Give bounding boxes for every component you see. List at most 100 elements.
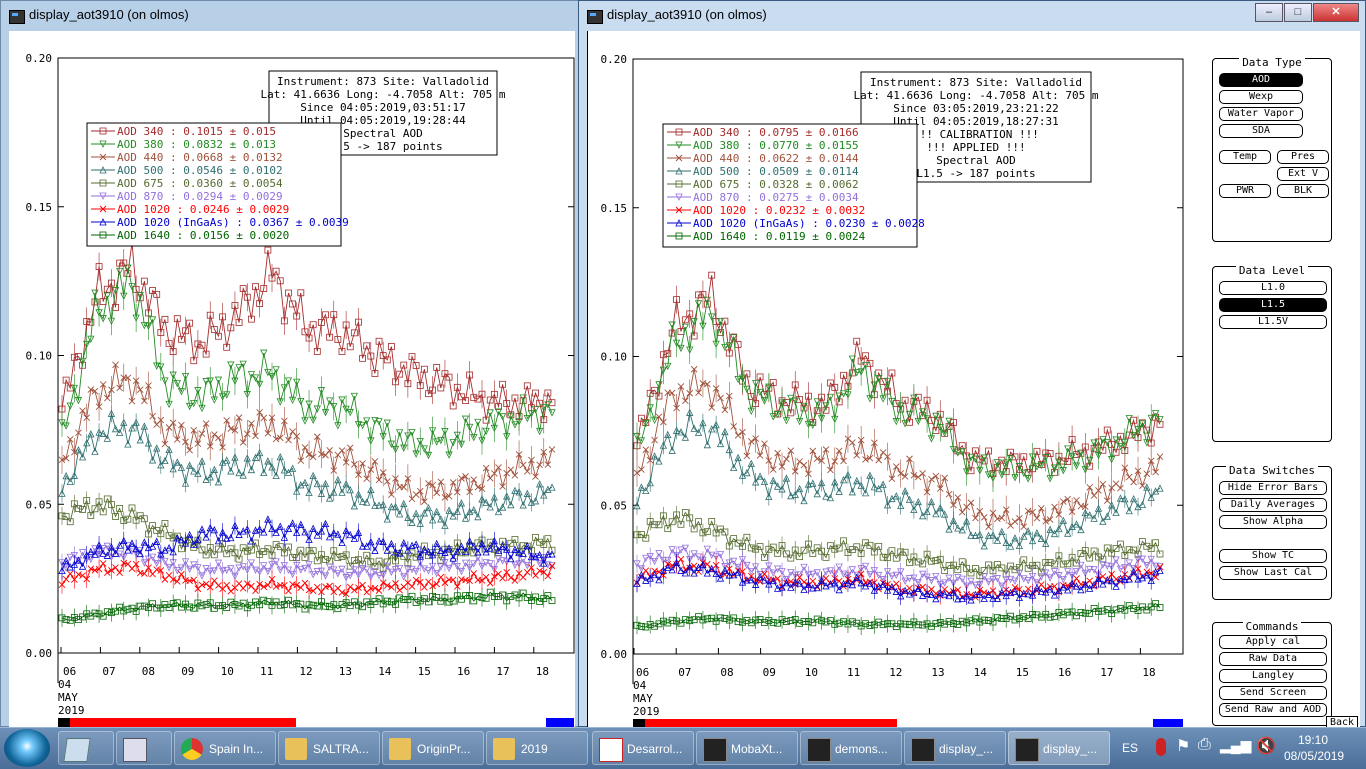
taskbar-item-originpr[interactable]: OriginPr...: [382, 731, 484, 765]
langley-button[interactable]: Langley: [1219, 669, 1327, 683]
taskbar-item-saltra[interactable]: SALTRA...: [278, 731, 380, 765]
daily-averages-button[interactable]: Daily Averages: [1219, 498, 1327, 512]
left-window[interactable]: display_aot3910 (on olmos) 0.00 0.05 0.10 0…: [0, 0, 580, 728]
info-line: Until 04:05:2019,18:27:31: [893, 115, 1059, 128]
data-point: [519, 461, 527, 469]
data-point: [178, 570, 185, 578]
data-type-title: Data Type: [1239, 56, 1305, 69]
legend-entry: AOD 440 : 0.0668 ± 0.0132: [117, 151, 283, 164]
app-icon: [587, 10, 603, 24]
legend-entry: AOD 380 : 0.0832 ± 0.013: [117, 138, 276, 151]
data-point: [1103, 497, 1111, 505]
pwr-button[interactable]: PWR: [1219, 184, 1271, 198]
data-point: [252, 587, 259, 595]
language-indicator[interactable]: ES: [1122, 741, 1138, 755]
taskbar-item-notes[interactable]: [58, 731, 114, 765]
device-icon[interactable]: ⎙: [1198, 736, 1211, 754]
raw-data-button[interactable]: Raw Data: [1219, 652, 1327, 666]
data-point: [153, 566, 161, 573]
series-aod380: [633, 296, 1164, 493]
send-raw-and-aod-button[interactable]: Send Raw and AOD: [1219, 703, 1327, 717]
info-line: L1.5 -> 187 points: [916, 167, 1035, 180]
x-tick-label: 06: [63, 665, 76, 678]
data-point: [1156, 453, 1164, 461]
data-point: [835, 447, 843, 455]
taskbar-item-2019[interactable]: 2019: [486, 731, 588, 765]
data-point: [800, 461, 808, 469]
taskbar-item-display-1[interactable]: display_...: [904, 731, 1006, 765]
terminal-icon: [807, 738, 831, 762]
data-point: [1156, 484, 1164, 492]
data-point: [62, 575, 70, 583]
data-point: [507, 574, 515, 582]
data-point: [103, 394, 111, 402]
window-title: display_aot3910 (on olmos): [29, 7, 189, 22]
sda-button[interactable]: SDA: [1219, 124, 1303, 138]
x-tick-label: 16: [457, 665, 470, 678]
wexp-button[interactable]: Wexp: [1219, 90, 1303, 104]
ext-v-button[interactable]: Ext V: [1277, 167, 1329, 181]
maximize-button[interactable]: □: [1284, 3, 1312, 22]
start-button[interactable]: [4, 729, 50, 767]
taskbar-label: Spain In...: [209, 742, 264, 756]
pres-button[interactable]: Pres: [1277, 150, 1329, 164]
show-tc-button[interactable]: Show TC: [1219, 549, 1327, 563]
data-point: [408, 583, 416, 590]
legend-entry: AOD 1020 (InGaAs) : 0.0230 ± 0.0028: [693, 217, 925, 230]
water-vapor-button[interactable]: Water Vapor: [1219, 107, 1303, 121]
network-icon[interactable]: ▂▄▆: [1220, 737, 1251, 754]
send-screen-button[interactable]: Send Screen: [1219, 686, 1327, 700]
taskbar-item-display-2[interactable]: display_...: [1008, 731, 1110, 765]
data-point: [954, 494, 962, 501]
info-line: !!! CALIBRATION !!!: [913, 128, 1039, 141]
right-title-bar[interactable]: display_aot3910 (on olmos) – □ ✕: [579, 1, 1365, 31]
info-line: Lat: 41.6636 Long: -4.7058 Alt: 705 m: [260, 88, 505, 101]
taskbar-item-demons[interactable]: demons...: [800, 731, 902, 765]
info-line: !!! APPLIED !!!: [926, 141, 1025, 154]
folder-icon: [493, 738, 515, 760]
left-title-bar[interactable]: display_aot3910 (on olmos): [1, 1, 579, 31]
pdf-icon: [599, 738, 623, 762]
legend-entry: AOD 870 : 0.0294 ± 0.0029: [117, 190, 283, 203]
show-alpha-button[interactable]: Show Alpha: [1219, 515, 1327, 529]
data-point: [470, 570, 478, 577]
data-point: [437, 573, 445, 581]
l15-button[interactable]: L1.5: [1219, 298, 1327, 312]
series-aod340: [58, 239, 556, 434]
show-last-cal-button[interactable]: Show Last Cal: [1219, 566, 1327, 580]
legend-entry: AOD 675 : 0.0328 ± 0.0062: [693, 178, 859, 191]
hide-error-bars-button[interactable]: Hide Error Bars: [1219, 481, 1327, 495]
clock-date[interactable]: 08/05/2019: [1284, 749, 1344, 763]
minimize-button[interactable]: –: [1255, 3, 1283, 22]
apply-cal-button[interactable]: Apply cal: [1219, 635, 1327, 649]
close-button[interactable]: ✕: [1313, 3, 1359, 22]
data-point: [734, 432, 742, 439]
taskbar-item-chrome[interactable]: Spain In...: [174, 731, 276, 765]
data-point: [211, 577, 218, 584]
taskbar-item-calculator[interactable]: [116, 731, 172, 765]
data-point: [532, 473, 539, 480]
flag-icon[interactable]: ⚑: [1176, 736, 1190, 756]
aod-button[interactable]: AOD: [1219, 73, 1303, 87]
taskbar-item-desarrol[interactable]: Desarrol...: [592, 731, 694, 765]
temp-button[interactable]: Temp: [1219, 150, 1271, 164]
data-point: [99, 560, 107, 567]
right-window[interactable]: display_aot3910 (on olmos) – □ ✕ 0.00 0.0…: [578, 0, 1366, 730]
data-point: [359, 460, 366, 467]
blk-button[interactable]: BLK: [1277, 184, 1329, 198]
data-point: [211, 431, 218, 438]
data-point: [223, 581, 231, 589]
data-point: [1038, 581, 1045, 588]
x-date-label: 2019: [58, 704, 85, 717]
data-point: [215, 582, 222, 589]
antivirus-icon[interactable]: [1156, 738, 1166, 756]
l15v-button[interactable]: L1.5V: [1219, 315, 1327, 329]
y-tick-label: 0.05: [601, 499, 628, 512]
volume-icon[interactable]: 🔇: [1256, 736, 1276, 756]
l10-button[interactable]: L1.0: [1219, 281, 1327, 295]
legend-entry: AOD 1640 : 0.0156 ± 0.0020: [117, 229, 289, 242]
series-aod1640: [633, 597, 1164, 635]
taskbar-item-mobaxterm[interactable]: MobaXt...: [696, 731, 798, 765]
data-point: [958, 508, 966, 516]
clock-time[interactable]: 19:10: [1298, 733, 1328, 747]
